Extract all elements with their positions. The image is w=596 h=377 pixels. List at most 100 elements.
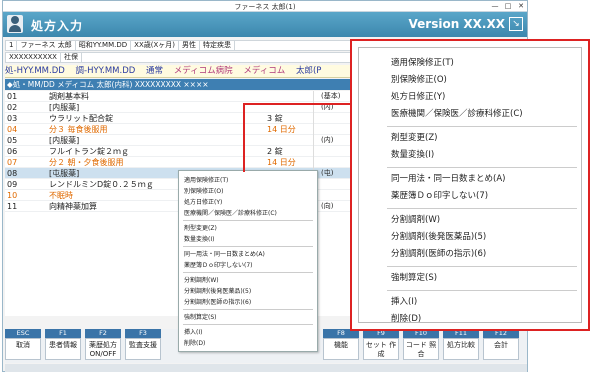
function-key-button[interactable]: 処方比較	[443, 338, 479, 360]
context-menu-item[interactable]: 医療機関／保険医／診療科修正(C)	[184, 208, 277, 217]
context-menu-item[interactable]: 適用保険修正(T)	[391, 56, 454, 68]
row-drug-name: レンドルミンD錠０.２５ｍｇ	[49, 180, 154, 189]
row-number: 06	[7, 147, 18, 156]
dispense-date: 調-HYY.MM.DD	[75, 66, 136, 76]
context-menu-item[interactable]: 分割調剤(後発医薬品)(5)	[184, 286, 251, 295]
function-key-f10[interactable]: F10 コード 照合	[403, 329, 439, 361]
app-header: 処方入力 Version XX.XX ↘	[3, 12, 527, 37]
context-menu-item[interactable]: 剤型変更(Z)	[184, 223, 217, 232]
maximize-button[interactable]: □	[502, 1, 514, 11]
status-bar	[5, 364, 527, 372]
patient-sex: 男性	[179, 41, 201, 50]
menu-separator	[183, 309, 313, 310]
row-drug-name: ウラリット配合錠	[49, 114, 113, 123]
function-key-f3[interactable]: F3 監査支援	[125, 329, 161, 361]
row-drug-name: 調剤基本料	[49, 92, 89, 101]
context-menu-item[interactable]: 医療機関／保険医／診療科修正(C)	[391, 107, 523, 119]
context-menu-item[interactable]: 別保険修正(O)	[391, 73, 447, 85]
context-menu-item[interactable]: 分割調剤(後発医薬品)(5)	[391, 230, 486, 242]
close-button[interactable]: ✕	[515, 1, 527, 11]
context-menu-item[interactable]: 分割調剤(W)	[184, 275, 219, 284]
context-menu-item[interactable]: 同一用法・同一日数まとめ(A)	[391, 172, 505, 184]
row-number: 08	[7, 169, 18, 178]
patient-name: ファーネス 太郎	[17, 41, 76, 50]
function-key-button[interactable]: セット 作成	[363, 338, 399, 360]
patient-number: 1	[6, 41, 18, 50]
row-number: 11	[7, 202, 18, 211]
settings-icon[interactable]: ↘	[509, 17, 523, 31]
function-key-esc[interactable]: ESC 取消	[5, 329, 41, 361]
function-key-f9[interactable]: F9 セット 作成	[363, 329, 399, 361]
row-drug-name: [屯服薬]	[49, 169, 80, 178]
function-key-button[interactable]: 監査支援	[125, 338, 161, 360]
context-menu-item[interactable]: 挿入(I)	[391, 295, 417, 307]
minimize-button[interactable]: —	[489, 1, 501, 11]
context-menu-item[interactable]: 薬歴簿Ｄｏ印字しない(7)	[391, 189, 488, 201]
context-menu-item[interactable]: 数量変換(I)	[184, 234, 214, 243]
menu-separator	[387, 290, 577, 291]
context-menu-item[interactable]: 薬歴簿Ｄｏ印字しない(7)	[184, 260, 253, 269]
function-key-button[interactable]: 取消	[5, 338, 41, 360]
menu-separator	[387, 167, 577, 168]
row-number: 01	[7, 92, 18, 101]
function-key-f1[interactable]: F1 患者情報	[45, 329, 81, 361]
row-number: 05	[7, 136, 18, 145]
insurance-number: XXXXXXXXXX	[6, 53, 61, 62]
context-menu-item[interactable]: 数量変換(I)	[391, 148, 434, 160]
context-menu: 適用保険修正(T) 別保険修正(O) 処方日修正(Y) 医療機関／保険医／診療科修正(…	[178, 170, 318, 352]
function-key-f8[interactable]: F8 機能	[323, 329, 359, 361]
row-category: (基本)	[321, 92, 341, 100]
menu-separator	[183, 324, 313, 325]
context-menu-item[interactable]: 同一用法・同一日数まとめ(A)	[184, 249, 265, 258]
function-key-button[interactable]: 機能	[323, 338, 359, 360]
prescription-type: 通常	[146, 66, 164, 76]
function-key-button[interactable]: コード 照合	[403, 338, 439, 360]
function-key-button[interactable]: 会計	[483, 338, 519, 360]
function-key-f11[interactable]: F11 処方比較	[443, 329, 479, 361]
function-key-code: F1	[45, 329, 81, 338]
context-menu-enlarged-panel: 適用保険修正(T) 別保険修正(O) 処方日修正(Y) 医療機関／保険医／診療科修正(…	[358, 47, 582, 324]
user-icon	[7, 15, 23, 33]
row-number: 09	[7, 180, 18, 189]
context-menu-item[interactable]: 強制算定(S)	[391, 271, 437, 283]
menu-separator	[183, 272, 313, 273]
row-drug-name: フルイトラン錠２ｍｇ	[49, 147, 129, 156]
callout-connector	[243, 103, 350, 172]
context-menu-item[interactable]: 削除(D)	[391, 312, 421, 324]
function-key-code: ESC	[5, 329, 41, 338]
row-drug-name: 分２ 朝・夕食後服用	[49, 158, 124, 167]
row-drug-name: [内服薬]	[49, 136, 80, 145]
function-key-code: F3	[125, 329, 161, 338]
context-menu-item[interactable]: 挿入(I)	[184, 327, 202, 336]
row-category: (向)	[321, 202, 334, 210]
row-number: 02	[7, 103, 18, 112]
function-key-f12[interactable]: F12 会計	[483, 329, 519, 361]
context-menu-item[interactable]: 適用保険修正(T)	[184, 175, 228, 184]
patient-birthdate: 昭和YY.MM.DD	[76, 41, 132, 50]
patient-age: XX歳(Xヶ月)	[131, 41, 180, 50]
context-menu-item[interactable]: 別保険修正(O)	[184, 186, 223, 195]
menu-separator	[183, 246, 313, 247]
row-number: 10	[7, 191, 18, 200]
row-number: 03	[7, 114, 18, 123]
menu-separator	[387, 266, 577, 267]
row-drug-name: [内服薬]	[49, 103, 80, 112]
context-menu-item[interactable]: 処方日修正(Y)	[391, 90, 445, 102]
function-key-button[interactable]: 薬歴処方 ON/OFF	[85, 338, 121, 360]
menu-separator	[183, 220, 313, 221]
context-menu-item[interactable]: 剤型変更(Z)	[391, 131, 437, 143]
context-menu-item[interactable]: 処方日修正(Y)	[184, 197, 222, 206]
context-menu-item[interactable]: 強制算定(S)	[184, 312, 217, 321]
patient-category: 特定疾患	[200, 41, 236, 50]
context-menu-enlarged: 適用保険修正(T) 別保険修正(O) 処方日修正(Y) 医療機関／保険医／診療科修正(…	[350, 39, 590, 331]
context-menu-item[interactable]: 分割調剤(W)	[391, 213, 440, 225]
context-menu-item[interactable]: 分割調剤(医師の指示)(6)	[391, 247, 486, 259]
row-number: 04	[7, 125, 18, 134]
function-key-button[interactable]: 患者情報	[45, 338, 81, 360]
doctor-family-name: メディコム	[243, 66, 286, 76]
prescription-date: 処-HYY.MM.DD	[5, 66, 65, 76]
function-key-f2[interactable]: F2 薬歴処方 ON/OFF	[85, 329, 121, 361]
context-menu-item[interactable]: 削除(D)	[184, 338, 205, 347]
function-key-code: F2	[85, 329, 121, 338]
context-menu-item[interactable]: 分割調剤(医師の指示)(6)	[184, 297, 251, 306]
